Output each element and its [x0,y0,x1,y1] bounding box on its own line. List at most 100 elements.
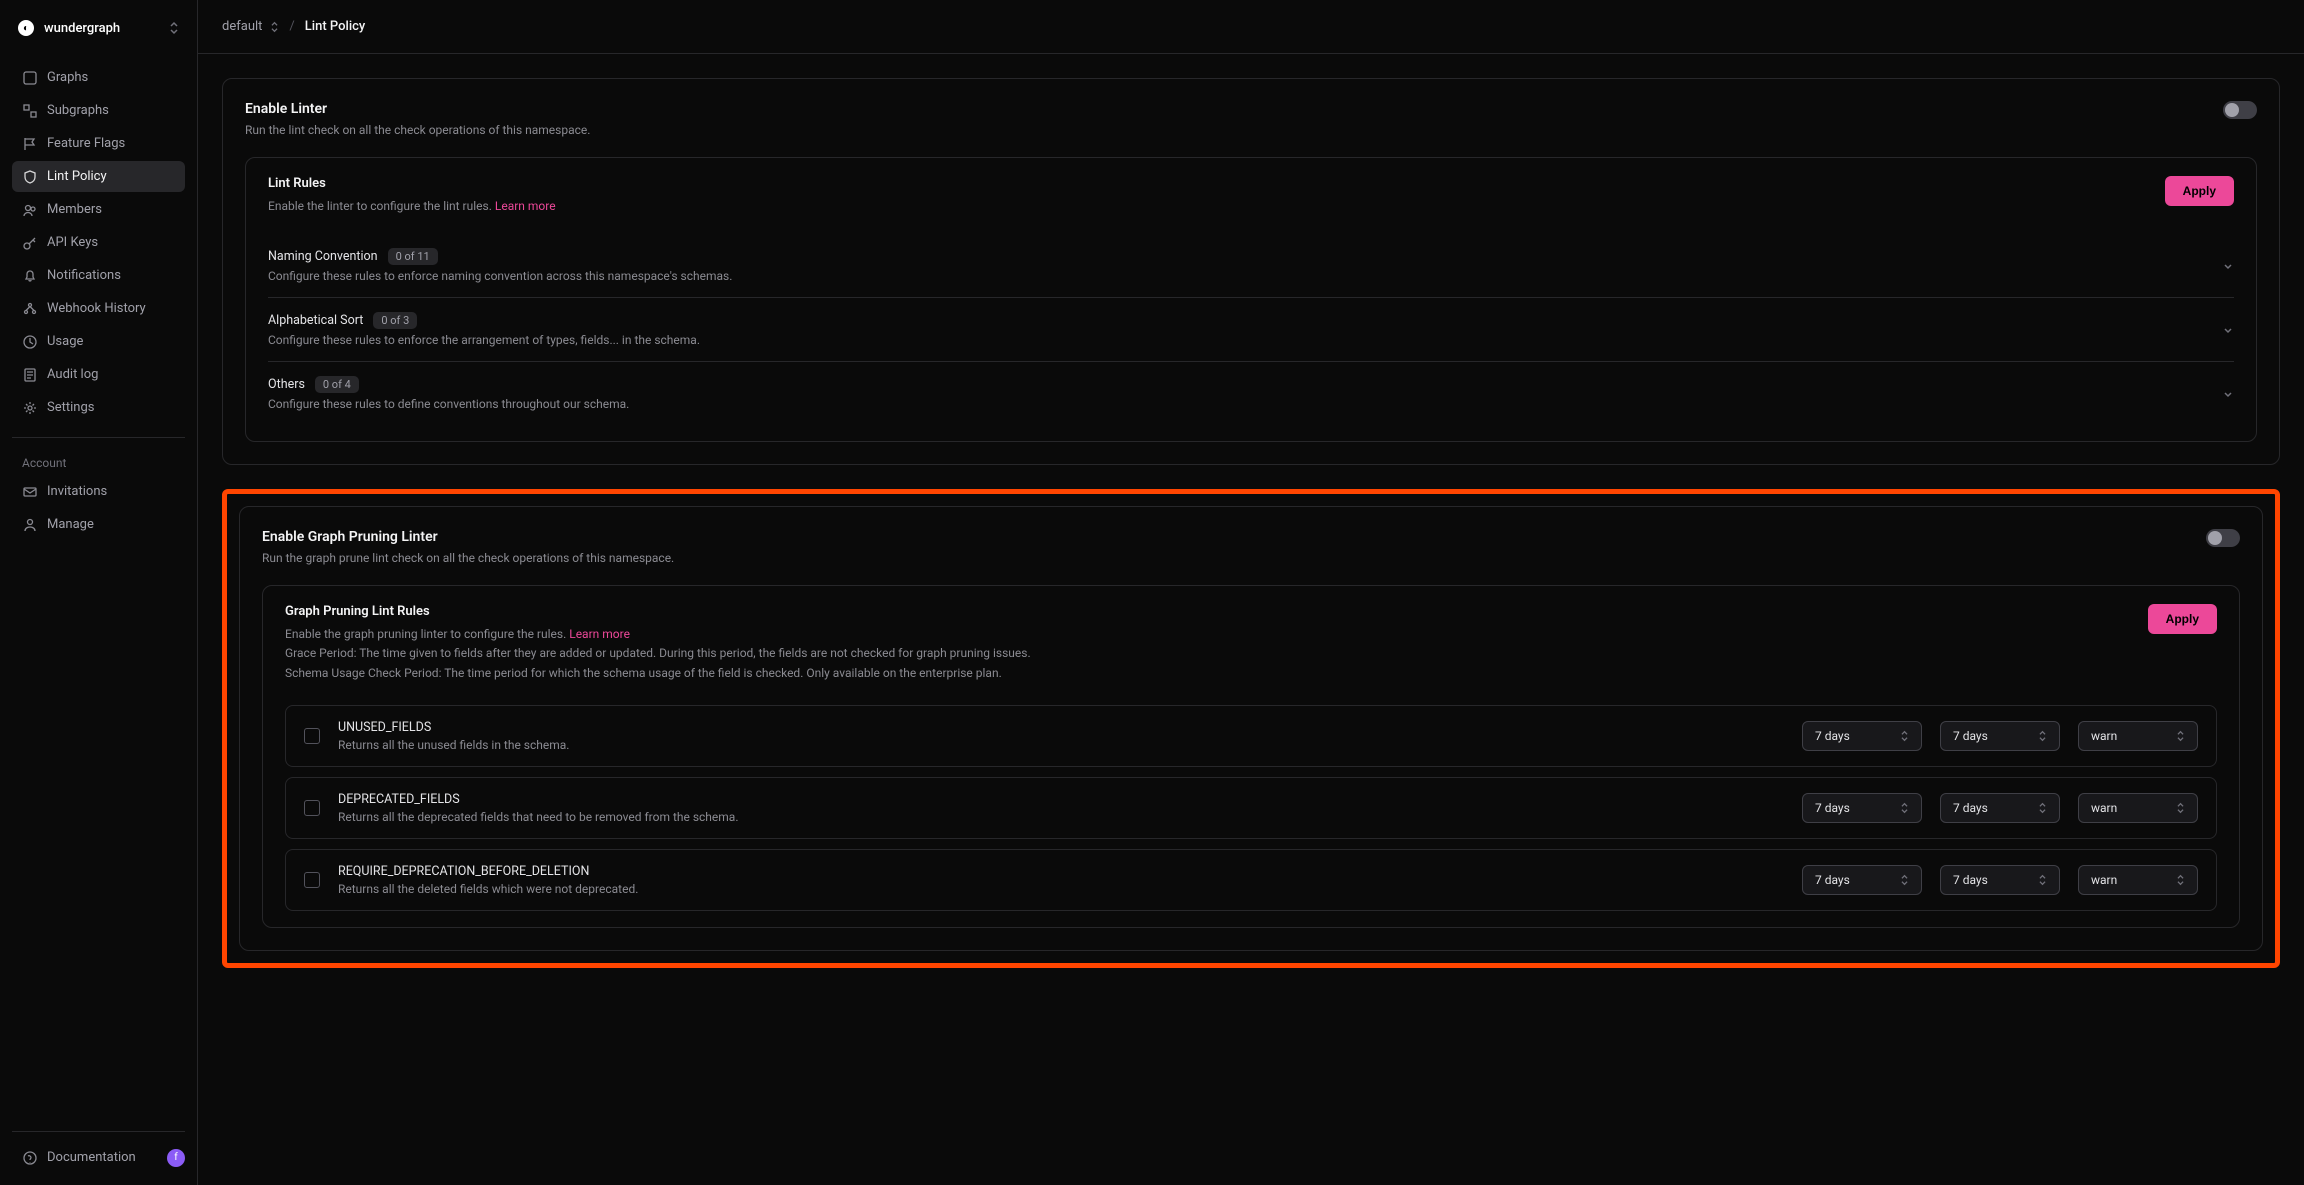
pruning-rules-sub1: Enable the graph pruning linter to confi… [285,627,566,641]
sidebar-item-label: Graphs [47,70,88,85]
pruning-rules-sub2: Grace Period: The time given to fields a… [285,646,1031,660]
chevron-up-down-icon [169,21,179,35]
sidebar-item-webhook-history[interactable]: Webhook History [12,293,185,324]
org-switcher[interactable]: ◐ wundergraph [12,12,185,44]
sidebar-item-manage[interactable]: Manage [12,509,185,540]
org-logo-icon: ◐ [18,20,34,36]
prune-rule-row: UNUSED_FIELDS Returns all the unused fie… [285,705,2217,767]
rule-group-row[interactable]: Alphabetical Sort 0 of 3 Configure these… [268,297,2234,361]
manage-icon [22,517,37,532]
chevron-up-down-icon [270,21,279,33]
check-period-select[interactable]: 7 days [1940,793,2060,823]
topbar: default / Lint Policy [198,0,2304,54]
members-icon [22,202,37,217]
severity-select[interactable]: warn [2078,793,2198,823]
prune-rule-desc: Returns all the deleted fields which wer… [338,882,1784,896]
chevron-down-icon [2222,260,2234,272]
sidebar-item-api-keys[interactable]: API Keys [12,227,185,258]
chevron-up-down-icon [2176,874,2185,886]
sidebar-item-label: Lint Policy [47,169,107,184]
pruning-toggle[interactable] [2206,529,2240,547]
grace-period-select[interactable]: 7 days [1802,793,1922,823]
pruning-rules-apply-button[interactable]: Apply [2148,604,2217,634]
prune-rule-desc: Returns all the unused fields in the sch… [338,738,1784,752]
lint-rules-title: Lint Rules [268,176,556,191]
key-icon [22,235,37,250]
linter-toggle[interactable] [2223,101,2257,119]
rule-checkbox[interactable] [304,872,320,888]
namespace-label: default [222,19,262,34]
lint-rules-card: Lint Rules Enable the linter to configur… [245,157,2257,442]
nav-account: Invitations Manage [12,476,185,540]
rule-checkbox[interactable] [304,800,320,816]
sidebar-item-graphs[interactable]: Graphs [12,62,185,93]
grace-period-select[interactable]: 7 days [1802,865,1922,895]
sidebar-item-label: Invitations [47,484,107,499]
sidebar-item-label: Subgraphs [47,103,109,118]
sidebar-item-feature-flags[interactable]: Feature Flags [12,128,185,159]
highlight-box: Enable Graph Pruning Linter Run the grap… [222,489,2280,968]
pruning-rules-card: Graph Pruning Lint Rules Enable the grap… [262,585,2240,928]
grace-period-select[interactable]: 7 days [1802,721,1922,751]
linter-title: Enable Linter [245,101,590,117]
sidebar-item-label: Webhook History [47,301,146,316]
usage-icon [22,334,37,349]
breadcrumb-current: Lint Policy [305,19,366,34]
sidebar-item-invitations[interactable]: Invitations [12,476,185,507]
check-period-select[interactable]: 7 days [1940,865,2060,895]
pruning-sub: Run the graph prune lint check on all th… [262,551,674,565]
rule-group-desc: Configure these rules to enforce naming … [268,269,732,283]
sidebar-item-subgraphs[interactable]: Subgraphs [12,95,185,126]
rule-checkbox[interactable] [304,728,320,744]
prune-rule-row: DEPRECATED_FIELDS Returns all the deprec… [285,777,2217,839]
rule-count-badge: 0 of 4 [315,376,359,393]
account-section-label: Account [12,438,185,476]
audit-icon [22,367,37,382]
breadcrumb-separator: / [289,19,294,34]
sidebar-item-usage[interactable]: Usage [12,326,185,357]
graph-icon [22,70,37,85]
rule-group-desc: Configure these rules to enforce the arr… [268,333,700,347]
chevron-up-down-icon [1900,730,1909,742]
sidebar-item-label: Members [47,202,102,217]
sidebar-item-label: Feature Flags [47,136,125,151]
rule-count-badge: 0 of 11 [388,248,438,265]
check-period-select[interactable]: 7 days [1940,721,2060,751]
chevron-down-icon [2222,388,2234,400]
pruning-rules-sub3: Schema Usage Check Period: The time peri… [285,666,1002,680]
severity-select[interactable]: warn [2078,721,2198,751]
sidebar-item-label: Settings [47,400,94,415]
rule-count-badge: 0 of 3 [373,312,417,329]
bell-icon [22,268,37,283]
prune-rule-name: REQUIRE_DEPRECATION_BEFORE_DELETION [338,864,1784,879]
avatar[interactable]: f [167,1149,185,1167]
lint-rules-learn-more-link[interactable]: Learn more [495,199,556,213]
chevron-up-down-icon [2038,730,2047,742]
severity-select[interactable]: warn [2078,865,2198,895]
rule-group-desc: Configure these rules to define conventi… [268,397,629,411]
chevron-up-down-icon [2038,802,2047,814]
chevron-up-down-icon [1900,874,1909,886]
content: Enable Linter Run the lint check on all … [198,54,2304,1185]
documentation-label: Documentation [47,1150,136,1165]
rule-group-row[interactable]: Others 0 of 4 Configure these rules to d… [268,361,2234,425]
pruning-rules-learn-more-link[interactable]: Learn more [569,627,630,641]
sidebar-item-label: Notifications [47,268,121,283]
sidebar: ◐ wundergraph Graphs Subgraphs Feature F… [0,0,198,1185]
rule-group-name: Others [268,377,305,392]
chevron-up-down-icon [1900,802,1909,814]
chevron-up-down-icon [2176,730,2185,742]
sidebar-item-settings[interactable]: Settings [12,392,185,423]
flag-icon [22,136,37,151]
rule-group-row[interactable]: Naming Convention 0 of 11 Configure thes… [268,234,2234,297]
sidebar-item-notifications[interactable]: Notifications [12,260,185,291]
mail-icon [22,484,37,499]
chevron-up-down-icon [2038,874,2047,886]
sidebar-item-members[interactable]: Members [12,194,185,225]
sidebar-item-lint-policy[interactable]: Lint Policy [12,161,185,192]
namespace-select[interactable]: default [222,19,279,34]
documentation-link[interactable]: Documentation [12,1142,146,1173]
linter-card: Enable Linter Run the lint check on all … [222,78,2280,465]
sidebar-item-audit-log[interactable]: Audit log [12,359,185,390]
lint-rules-apply-button[interactable]: Apply [2165,176,2234,206]
